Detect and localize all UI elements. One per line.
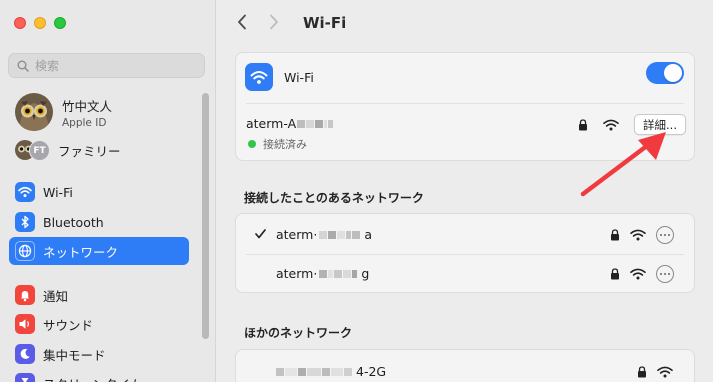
sidebar-item-label: スクリーンタイム (43, 374, 142, 382)
other-networks-list: 4-2G (235, 349, 695, 382)
family-avatars: FT (15, 140, 52, 161)
minimize-window-button[interactable] (34, 17, 46, 29)
sidebar-item-label: Bluetooth (43, 214, 104, 230)
network-name: aterm· g (276, 266, 369, 281)
sidebar-item-notifications[interactable]: 通知 (9, 281, 189, 309)
search-input[interactable] (35, 58, 195, 73)
current-network-name: aterm-A (246, 116, 334, 131)
bluetooth-icon (15, 212, 35, 232)
redacted-text (319, 227, 361, 242)
sidebar-item-label: 集中モード (43, 347, 106, 363)
known-networks-heading: 接続したことのあるネットワーク (244, 191, 424, 205)
back-chevron-icon[interactable] (237, 14, 247, 30)
sidebar-item-sound[interactable]: サウンド (9, 310, 189, 338)
wifi-toggle[interactable] (646, 62, 684, 84)
wifi-signal-icon (630, 268, 646, 280)
avatar (15, 93, 53, 131)
sidebar-item-label: Wi-Fi (43, 184, 73, 200)
redacted-text (276, 364, 353, 379)
list-item[interactable]: aterm· g (236, 255, 694, 292)
search-icon (17, 60, 29, 72)
sidebar-item-label: 通知 (43, 288, 69, 304)
sidebar-item-label: サウンド (43, 317, 94, 333)
wifi-header: Wi-Fi (245, 63, 314, 91)
lock-icon (611, 268, 619, 280)
sidebar-item-network[interactable]: ネットワーク (9, 237, 189, 265)
network-name-suffix: g (361, 266, 370, 281)
window-controls (14, 17, 66, 29)
search-field[interactable] (8, 53, 205, 78)
checkmark-icon (255, 229, 266, 239)
wifi-signal-icon (630, 229, 646, 241)
family-item[interactable]: FT ファミリー (15, 140, 121, 161)
network-name: aterm· a (276, 227, 372, 242)
speaker-icon (15, 314, 35, 334)
redacted-text (297, 116, 334, 131)
connected-status-icon (248, 140, 256, 148)
sidebar-scrollbar[interactable] (202, 93, 209, 339)
network-name: 4-2G (276, 364, 386, 379)
profile-name: 竹中文人 (62, 98, 113, 114)
sidebar-item-label: ネットワーク (43, 244, 119, 260)
list-item[interactable]: 4-2G (236, 352, 694, 382)
profile-subtitle: Apple ID (62, 116, 107, 129)
sidebar-item-bluetooth[interactable]: Bluetooth (9, 208, 189, 236)
network-name-suffix: a (364, 227, 372, 242)
list-item[interactable]: aterm· a (236, 216, 694, 253)
globe-icon (15, 241, 35, 261)
page-title: Wi-Fi (303, 14, 347, 32)
wifi-icon (15, 182, 35, 202)
sidebar: 竹中文人 Apple ID FT ファミリー Wi-Fi Bluetooth (0, 0, 216, 382)
family-initials-avatar: FT (29, 140, 50, 161)
annotation-arrow-icon (580, 132, 666, 197)
connection-status-text: 接続済み (263, 138, 307, 151)
more-options-button[interactable] (656, 226, 674, 244)
other-networks-heading: ほかのネットワーク (244, 326, 353, 340)
network-name-prefix: aterm-A (246, 116, 297, 131)
close-window-button[interactable] (14, 17, 26, 29)
sidebar-item-screen-time[interactable]: スクリーンタイム (9, 369, 189, 382)
network-name-prefix: aterm· (276, 266, 318, 281)
known-networks-list: aterm· a aterm· g (235, 213, 695, 293)
more-options-button[interactable] (656, 265, 674, 283)
sidebar-item-wifi[interactable]: Wi-Fi (9, 178, 189, 206)
lock-icon (638, 366, 646, 378)
zoom-window-button[interactable] (54, 17, 66, 29)
wifi-signal-icon (657, 366, 673, 378)
navigation-controls (237, 14, 279, 30)
lock-icon (611, 229, 619, 241)
sidebar-item-focus[interactable]: 集中モード (9, 340, 189, 368)
redacted-text (319, 266, 358, 281)
network-name-prefix: aterm· (276, 227, 318, 242)
wifi-label: Wi-Fi (284, 69, 314, 85)
connection-status: 接続済み (248, 136, 307, 152)
bell-icon (15, 285, 35, 305)
family-label: ファミリー (58, 143, 121, 159)
forward-chevron-icon[interactable] (269, 14, 279, 30)
wifi-icon (245, 63, 273, 91)
moon-icon (15, 344, 35, 364)
apple-id-profile[interactable]: 竹中文人 Apple ID (15, 93, 112, 131)
divider (246, 103, 684, 104)
network-name-suffix: 4-2G (356, 364, 387, 379)
hourglass-icon (15, 373, 35, 382)
